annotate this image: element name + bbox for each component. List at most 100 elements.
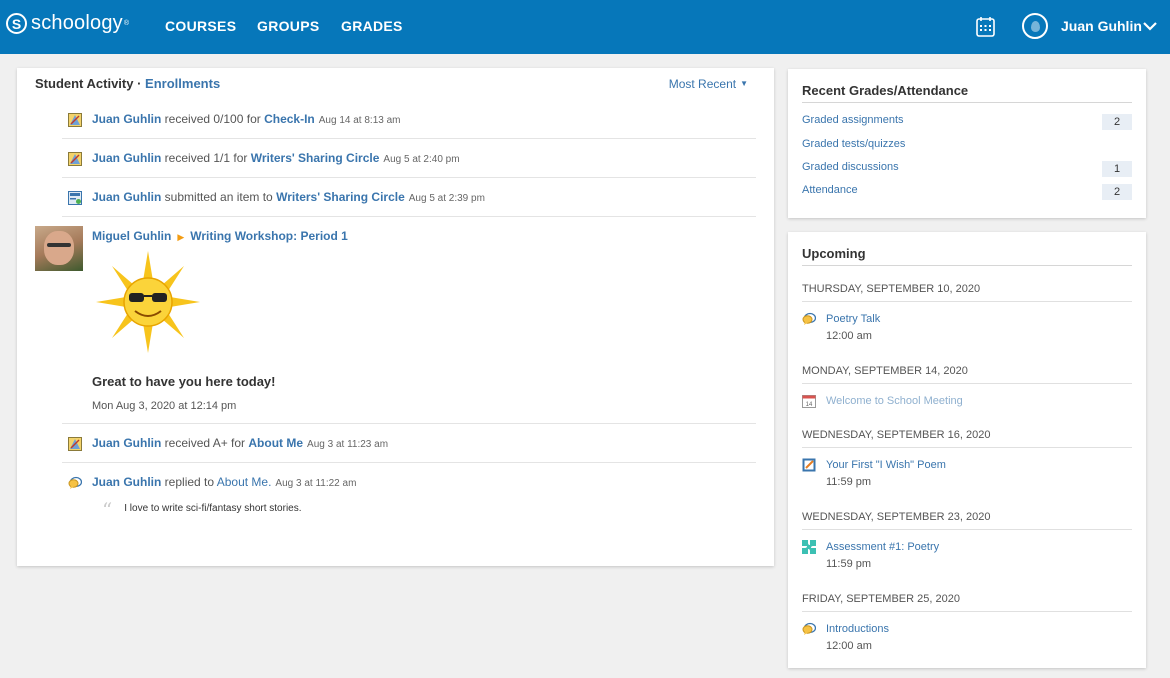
upcoming-day: WEDNESDAY, SEPTEMBER 16, 2020	[802, 429, 1132, 448]
feed-title: Student Activity · Enrollments	[35, 76, 220, 91]
sort-label: Most Recent	[668, 77, 737, 91]
post-message: Great to have you here today!	[92, 374, 276, 389]
upcoming-item-title[interactable]: Assessment #1: Poetry	[826, 541, 939, 553]
post-author-link[interactable]: Miguel Guhlin	[92, 229, 171, 243]
grades-item: Attendance 2	[802, 184, 1132, 202]
logo-mark: S	[6, 13, 27, 34]
upcoming-item-title[interactable]: Your First "I Wish" Poem	[826, 459, 946, 471]
count-badge: 2	[1102, 114, 1132, 130]
attendance-link[interactable]: Attendance	[802, 184, 858, 196]
actor-link[interactable]: Juan Guhlin	[92, 151, 161, 165]
chevron-down-icon[interactable]	[1142, 19, 1158, 33]
activity-text: Juan Guhlin received A+ for About Me Aug …	[92, 436, 388, 450]
reply-quote-text: I love to write sci-fi/fantasy short sto…	[124, 503, 302, 514]
calendar-icon[interactable]	[976, 16, 995, 37]
activity-action: received A+ for	[161, 436, 249, 450]
triangle-right-icon: ▶	[177, 232, 185, 242]
student-activity-card: Student Activity · Enrollments Most Rece…	[17, 68, 774, 566]
recent-grades-card: Recent Grades/Attendance Graded assignme…	[788, 69, 1146, 218]
actor-link[interactable]: Juan Guhlin	[92, 112, 161, 126]
target-link[interactable]: About Me	[248, 436, 303, 450]
discussion-icon	[68, 476, 82, 489]
top-navigation-bar: S schoology ® COURSES GROUPS GRADES Juan …	[0, 0, 1170, 54]
timestamp: Aug 3 at 11:23 am	[307, 439, 389, 450]
timestamp: Aug 3 at 11:22 am	[275, 478, 357, 489]
user-avatar-icon[interactable]	[1022, 13, 1048, 39]
sun-with-sunglasses-image	[96, 251, 200, 353]
activity-text: Juan Guhlin replied to About Me. Aug 3 at…	[92, 475, 356, 489]
discussion-icon	[802, 622, 816, 635]
activity-row: Juan Guhlin received 0/100 for Check-In A…	[62, 100, 756, 139]
nav-groups[interactable]: GROUPS	[257, 18, 319, 34]
activity-action: replied to	[161, 475, 217, 489]
submission-icon	[68, 191, 82, 205]
upcoming-item-time: 11:59 pm	[826, 558, 872, 570]
upcoming-day: MONDAY, SEPTEMBER 14, 2020	[802, 365, 1132, 384]
upcoming-title: Upcoming	[802, 246, 1132, 266]
trademark-mark: ®	[123, 20, 130, 27]
graded-discussions-link[interactable]: Graded discussions	[802, 161, 899, 173]
grades-item: Graded tests/quizzes	[802, 138, 1132, 156]
target-link[interactable]: About Me.	[217, 475, 272, 489]
upcoming-item-title[interactable]: Welcome to School Meeting	[826, 395, 963, 407]
actor-link[interactable]: Juan Guhlin	[92, 436, 161, 450]
post-header: Miguel Guhlin ▶ Writing Workshop: Period 1	[92, 229, 348, 243]
upcoming-day: WEDNESDAY, SEPTEMBER 23, 2020	[802, 511, 1132, 530]
activity-row: Juan Guhlin received A+ for About Me Aug …	[62, 424, 756, 463]
grade-icon	[68, 152, 82, 166]
upcoming-day: FRIDAY, SEPTEMBER 25, 2020	[802, 593, 1132, 612]
upcoming-item-time: 11:59 pm	[826, 476, 872, 488]
target-link[interactable]: Writers' Sharing Circle	[251, 151, 380, 165]
activity-text: Juan Guhlin received 0/100 for Check-In A…	[92, 112, 401, 126]
author-avatar[interactable]	[35, 226, 83, 271]
enrollments-link[interactable]: Enrollments	[145, 76, 220, 91]
schoology-logo[interactable]: S schoology ®	[6, 12, 129, 35]
activity-row: Juan Guhlin replied to About Me. Aug 3 at…	[62, 463, 756, 502]
grades-item: Graded discussions 1	[802, 161, 1132, 179]
nav-grades[interactable]: GRADES	[341, 18, 403, 34]
discussion-icon	[802, 312, 816, 325]
assessment-icon	[802, 540, 816, 554]
calendar-event-icon: 14	[802, 395, 816, 408]
grades-item: Graded assignments 2	[802, 114, 1132, 132]
activity-row: Juan Guhlin submitted an item to Writers…	[62, 178, 756, 217]
count-badge: 2	[1102, 184, 1132, 200]
activity-action: received 0/100 for	[161, 112, 265, 126]
upcoming-item-time: 12:00 am	[826, 640, 872, 652]
grade-icon	[68, 437, 82, 451]
activity-action: submitted an item to	[161, 190, 277, 204]
timestamp: Aug 5 at 2:39 pm	[408, 193, 485, 204]
post-course-link[interactable]: Writing Workshop: Period 1	[190, 229, 348, 243]
quote-mark-icon: “	[102, 498, 113, 522]
target-link[interactable]: Writers' Sharing Circle	[276, 190, 405, 204]
feed-title-label: Student Activity ·	[35, 76, 142, 91]
actor-link[interactable]: Juan Guhlin	[92, 475, 161, 489]
post-date: Mon Aug 3, 2020 at 12:14 pm	[92, 400, 237, 412]
activity-row: Juan Guhlin received 1/1 for Writers' Sh…	[62, 139, 756, 178]
actor-link[interactable]: Juan Guhlin	[92, 190, 161, 204]
target-link[interactable]: Check-In	[264, 112, 315, 126]
graded-assignments-link[interactable]: Graded assignments	[802, 114, 904, 126]
upcoming-day: THURSDAY, SEPTEMBER 10, 2020	[802, 283, 1132, 302]
logo-text: schoology	[31, 12, 123, 34]
svg-text:14: 14	[806, 402, 813, 408]
upcoming-item-title[interactable]: Introductions	[826, 623, 889, 635]
activity-text: Juan Guhlin submitted an item to Writers…	[92, 190, 485, 204]
nav-courses[interactable]: COURSES	[165, 18, 236, 34]
upcoming-item-title[interactable]: Poetry Talk	[826, 313, 880, 325]
upcoming-card: Upcoming THURSDAY, SEPTEMBER 10, 2020 Po…	[788, 232, 1146, 668]
activity-text: Juan Guhlin received 1/1 for Writers' Sh…	[92, 151, 460, 165]
count-badge: 1	[1102, 161, 1132, 177]
sort-dropdown[interactable]: Most Recent ▼	[669, 77, 748, 91]
graded-tests-link[interactable]: Graded tests/quizzes	[802, 138, 905, 150]
grade-icon	[68, 113, 82, 127]
timestamp: Aug 14 at 8:13 am	[318, 115, 401, 126]
caret-down-icon: ▼	[740, 79, 748, 88]
activity-action: received 1/1 for	[161, 151, 251, 165]
assignment-icon	[802, 458, 816, 472]
upcoming-item-time: 12:00 am	[826, 330, 872, 342]
timestamp: Aug 5 at 2:40 pm	[383, 154, 460, 165]
reply-quote: “ I love to write sci-fi/fantasy short st…	[102, 498, 302, 522]
user-name[interactable]: Juan Guhlin	[1061, 18, 1142, 34]
grades-title: Recent Grades/Attendance	[802, 83, 1132, 103]
